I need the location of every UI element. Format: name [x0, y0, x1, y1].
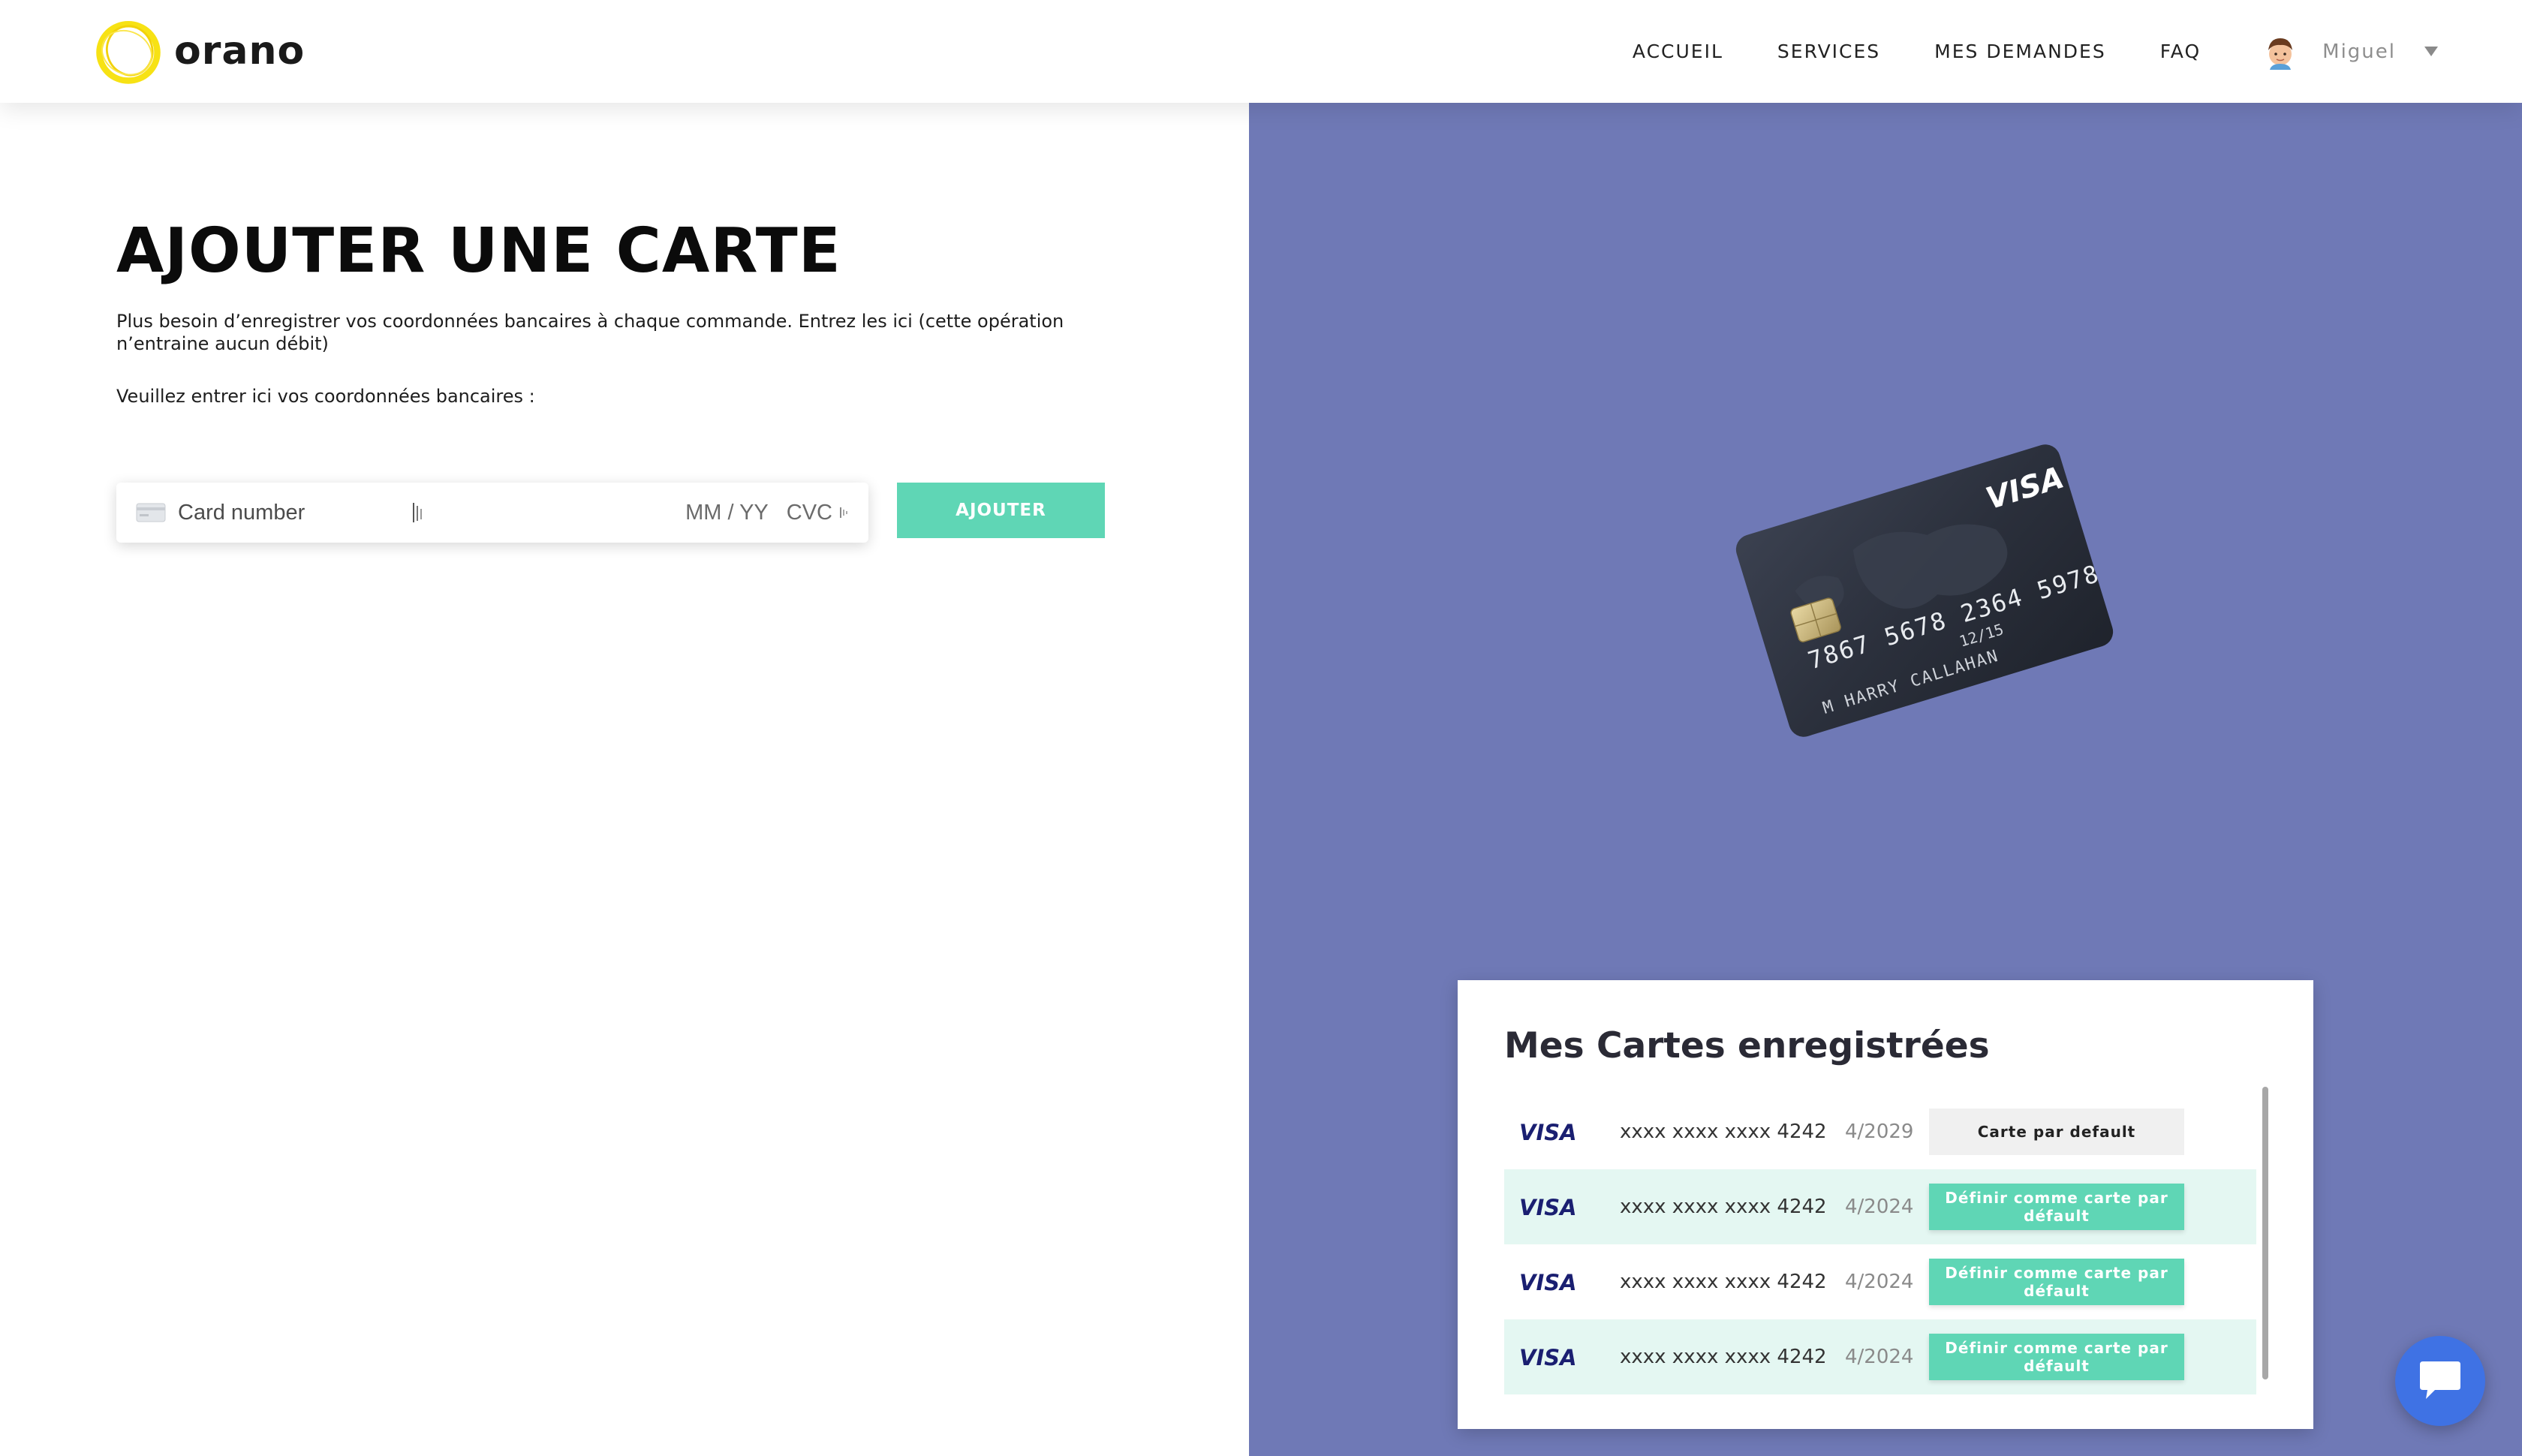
top-header: orano ACCUEIL SERVICES MES DEMANDES FAQ …	[0, 0, 2522, 103]
set-default-button[interactable]: Définir comme carte par défault	[1929, 1184, 2184, 1230]
expiry-placeholder[interactable]: MM / YY	[685, 501, 769, 525]
card-number-placeholder[interactable]: Card number	[178, 501, 411, 525]
add-card-panel: AJOUTER UNE CARTE Plus besoin d’enregist…	[0, 103, 1249, 1456]
cvc-placeholder[interactable]: CVC	[787, 501, 832, 525]
cvc-icon	[840, 507, 847, 518]
user-avatar-icon	[2268, 38, 2293, 70]
text-cursor-icon	[413, 503, 422, 522]
page-title: AJOUTER UNE CARTE	[116, 215, 841, 287]
cards-panel: VISA 7867 5678 2364 5978 12/15 M HARRY C…	[1249, 103, 2522, 1456]
svg-text:VISA: VISA	[1519, 1270, 1577, 1295]
saved-card-row: VISA xxxx xxxx xxxx 4242 4/2024 Définir …	[1504, 1244, 2256, 1319]
card-expiry: 4/2024	[1845, 1196, 1914, 1218]
credit-card-illustration: VISA 7867 5678 2364 5978 12/15 M HARRY C…	[1714, 433, 2135, 752]
svg-text:VISA: VISA	[1519, 1345, 1577, 1370]
credit-card-image: VISA 7867 5678 2364 5978 12/15 M HARRY C…	[1735, 444, 2114, 737]
saved-cards-title: Mes Cartes enregistrées	[1504, 1025, 1990, 1066]
chat-button[interactable]	[2395, 1336, 2485, 1426]
card-number: xxxx xxxx xxxx 4242	[1620, 1121, 1827, 1143]
card-number: xxxx xxxx xxxx 4242	[1620, 1271, 1827, 1293]
add-card-button[interactable]: AJOUTER	[897, 483, 1105, 538]
set-default-button[interactable]: Définir comme carte par défault	[1929, 1259, 2184, 1305]
visa-logo-icon: VISA	[1519, 1270, 1577, 1295]
visa-logo-icon: VISA	[1519, 1195, 1577, 1220]
default-card-badge[interactable]: Carte par default	[1929, 1109, 2184, 1155]
logo-text: orano	[174, 29, 305, 74]
saved-card-row: VISA xxxx xxxx xxxx 4242 4/2029 Carte pa…	[1504, 1094, 2256, 1169]
bank-details-prompt: Veuillez entrer ici vos coordonnées banc…	[116, 386, 535, 407]
saved-card-row: VISA xxxx xxxx xxxx 4242 4/2024 Définir …	[1504, 1319, 2256, 1394]
orano-logo[interactable]: orano	[93, 14, 305, 89]
svg-text:VISA: VISA	[1519, 1195, 1577, 1220]
saved-cards-scrollbar[interactable]	[2262, 1087, 2268, 1379]
visa-logo-icon: VISA	[1519, 1120, 1577, 1145]
logo-ring-icon	[96, 21, 161, 84]
saved-card-row: VISA xxxx xxxx xxxx 4242 4/2024 Définir …	[1504, 1169, 2256, 1244]
svg-text:VISA: VISA	[1519, 1120, 1577, 1145]
card-number: xxxx xxxx xxxx 4242	[1620, 1346, 1827, 1368]
saved-cards-list: VISA xxxx xxxx xxxx 4242 4/2029 Carte pa…	[1504, 1094, 2256, 1394]
card-number: xxxx xxxx xxxx 4242	[1620, 1196, 1827, 1218]
nav-services[interactable]: SERVICES	[1777, 41, 1880, 62]
card-expiry: 4/2024	[1845, 1271, 1914, 1293]
nav-mes-demandes[interactable]: MES DEMANDES	[1934, 41, 2106, 62]
chat-bubble-icon	[2420, 1361, 2460, 1399]
set-default-button[interactable]: Définir comme carte par défault	[1929, 1334, 2184, 1380]
saved-cards-box: Mes Cartes enregistrées VISA xxxx xxxx x…	[1458, 980, 2313, 1429]
card-expiry: 4/2024	[1845, 1346, 1914, 1368]
main-nav: ACCUEIL SERVICES MES DEMANDES FAQ Miguel	[1633, 0, 2522, 103]
page: orano ACCUEIL SERVICES MES DEMANDES FAQ …	[0, 0, 2522, 1456]
chevron-down-icon	[2424, 47, 2438, 56]
card-expiry: 4/2029	[1845, 1121, 1914, 1143]
user-menu[interactable]: Miguel	[2262, 34, 2438, 70]
page-description: Plus besoin d’enregistrer vos coordonnée…	[116, 311, 1064, 354]
user-name: Miguel	[2322, 40, 2396, 63]
card-input-field[interactable]: Card number MM / YY CVC	[116, 483, 868, 543]
credit-card-icon	[136, 503, 166, 522]
nav-faq[interactable]: FAQ	[2160, 41, 2201, 62]
nav-accueil[interactable]: ACCUEIL	[1633, 41, 1723, 62]
visa-logo-icon: VISA	[1519, 1345, 1577, 1370]
